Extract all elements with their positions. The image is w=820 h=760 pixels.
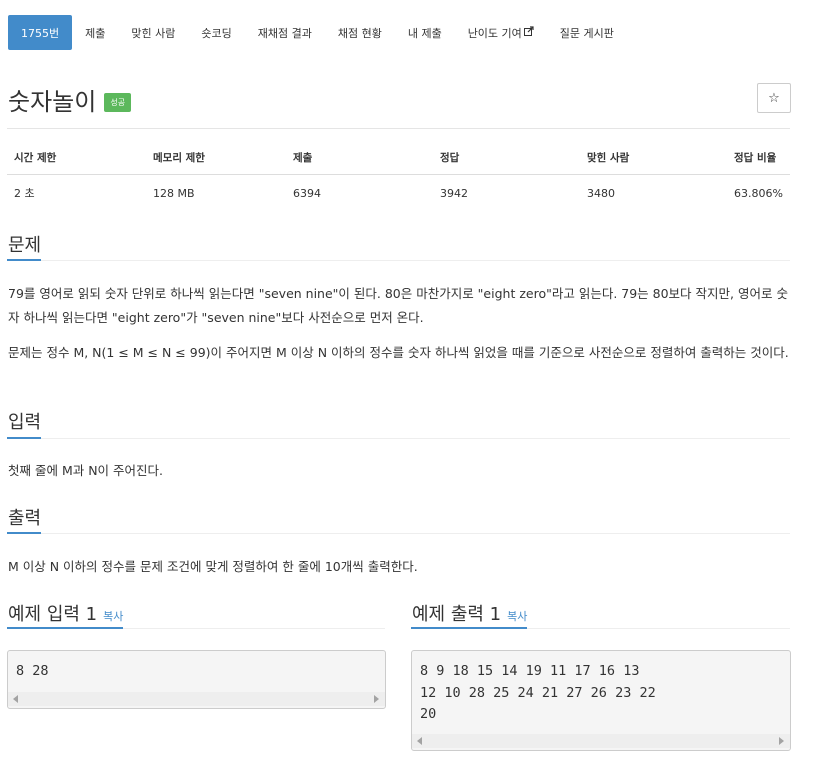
sample-output-title: 예제 출력 1 xyxy=(412,604,502,625)
scroll-right-icon[interactable] xyxy=(374,695,379,703)
header-time-limit: 시간 제한 xyxy=(7,148,146,175)
external-link-icon xyxy=(523,26,534,39)
value-memory-limit: 128 MB xyxy=(153,186,195,200)
value-correct-ratio: 63.806% xyxy=(734,186,783,200)
problem-info-table: 시간 제한 메모리 제한 제출 정답 맞힌 사람 정답 비율 2 초 128 M… xyxy=(7,148,790,202)
divider xyxy=(7,128,790,129)
section-underline xyxy=(7,259,41,261)
tab-question-board[interactable]: 질문 게시판 xyxy=(547,15,627,50)
tab-short-coding[interactable]: 숏코딩 xyxy=(188,15,244,50)
table-row: 2 초 128 MB 6394 3942 3480 63.806% xyxy=(7,175,790,203)
copy-sample-input-button[interactable]: 복사 xyxy=(103,610,123,623)
sample-output-heading: 예제 출력 1 복사 xyxy=(412,600,527,630)
section-underline xyxy=(7,437,41,439)
sample-input-title: 예제 입력 1 xyxy=(8,604,98,625)
status-badge: 성공 xyxy=(104,93,132,112)
horizontal-scrollbar[interactable] xyxy=(412,734,790,748)
value-solved-users: 3480 xyxy=(587,186,615,200)
favorite-star-button[interactable]: ☆ xyxy=(757,83,791,113)
tab-solved-users[interactable]: 맞힌 사람 xyxy=(118,15,188,50)
header-submissions: 제출 xyxy=(286,148,433,175)
sample-output-box: 8 9 18 15 14 19 11 17 16 13 12 10 28 25 … xyxy=(411,650,791,751)
output-description: M 이상 N 이하의 정수를 문제 조건에 맞게 정렬하여 한 줄에 10개씩 … xyxy=(8,559,418,574)
value-correct: 3942 xyxy=(440,186,468,200)
problem-nav: 1755번 제출 맞힌 사람 숏코딩 재채점 결과 채점 현황 내 제출 난이도… xyxy=(8,15,627,50)
input-description: 첫째 줄에 M과 N이 주어진다. xyxy=(8,463,164,478)
tab-rejudge-results[interactable]: 재채점 결과 xyxy=(245,15,325,50)
copy-sample-output-button[interactable]: 복사 xyxy=(507,610,527,623)
scroll-left-icon[interactable] xyxy=(417,737,422,745)
tab-my-submissions[interactable]: 내 제출 xyxy=(395,15,455,50)
header-correct: 정답 xyxy=(433,148,580,175)
value-submissions: 6394 xyxy=(293,186,321,200)
tab-difficulty-contribution[interactable]: 난이도 기여 xyxy=(455,15,547,50)
sample-input-text: 8 28 xyxy=(16,663,49,679)
horizontal-scrollbar[interactable] xyxy=(8,692,385,706)
tab-problem-number[interactable]: 1755번 xyxy=(8,15,73,50)
problem-title: 숫자놀이 xyxy=(8,88,97,116)
description-paragraph-1: 79를 영어로 읽되 숫자 단위로 하나씩 읽는다면 "seven nine"이… xyxy=(8,286,788,325)
sample-output-text: 8 9 18 15 14 19 11 17 16 13 12 10 28 25 … xyxy=(420,663,656,722)
section-underline xyxy=(7,627,123,629)
problem-title-row: 숫자놀이 성공 xyxy=(8,82,132,117)
section-underline xyxy=(411,627,527,629)
value-time-limit: 2 초 xyxy=(14,187,35,200)
scroll-left-icon[interactable] xyxy=(13,695,18,703)
section-divider xyxy=(7,533,790,534)
section-divider xyxy=(7,260,790,261)
star-icon: ☆ xyxy=(768,90,780,106)
sample-input-box: 8 28 xyxy=(7,650,386,709)
section-divider xyxy=(7,438,790,439)
sample-input-heading: 예제 입력 1 복사 xyxy=(8,600,123,630)
table-header-row: 시간 제한 메모리 제한 제출 정답 맞힌 사람 정답 비율 xyxy=(7,148,790,175)
tab-difficulty-label: 난이도 기여 xyxy=(467,26,522,40)
section-underline xyxy=(7,532,41,534)
section-title-output: 출력 xyxy=(8,508,42,529)
description-paragraph-2: 문제는 정수 M, N(1 ≤ M ≤ N ≤ 99)이 주어지면 M 이상 N… xyxy=(8,345,789,360)
section-title-input: 입력 xyxy=(8,412,42,433)
header-solved-users: 맞힌 사람 xyxy=(580,148,727,175)
header-memory-limit: 메모리 제한 xyxy=(146,148,286,175)
scroll-right-icon[interactable] xyxy=(779,737,784,745)
header-correct-ratio: 정답 비율 xyxy=(727,148,790,175)
tab-judge-status[interactable]: 채점 현황 xyxy=(325,15,395,50)
tab-submit[interactable]: 제출 xyxy=(72,15,118,50)
section-title-description: 문제 xyxy=(8,235,42,256)
